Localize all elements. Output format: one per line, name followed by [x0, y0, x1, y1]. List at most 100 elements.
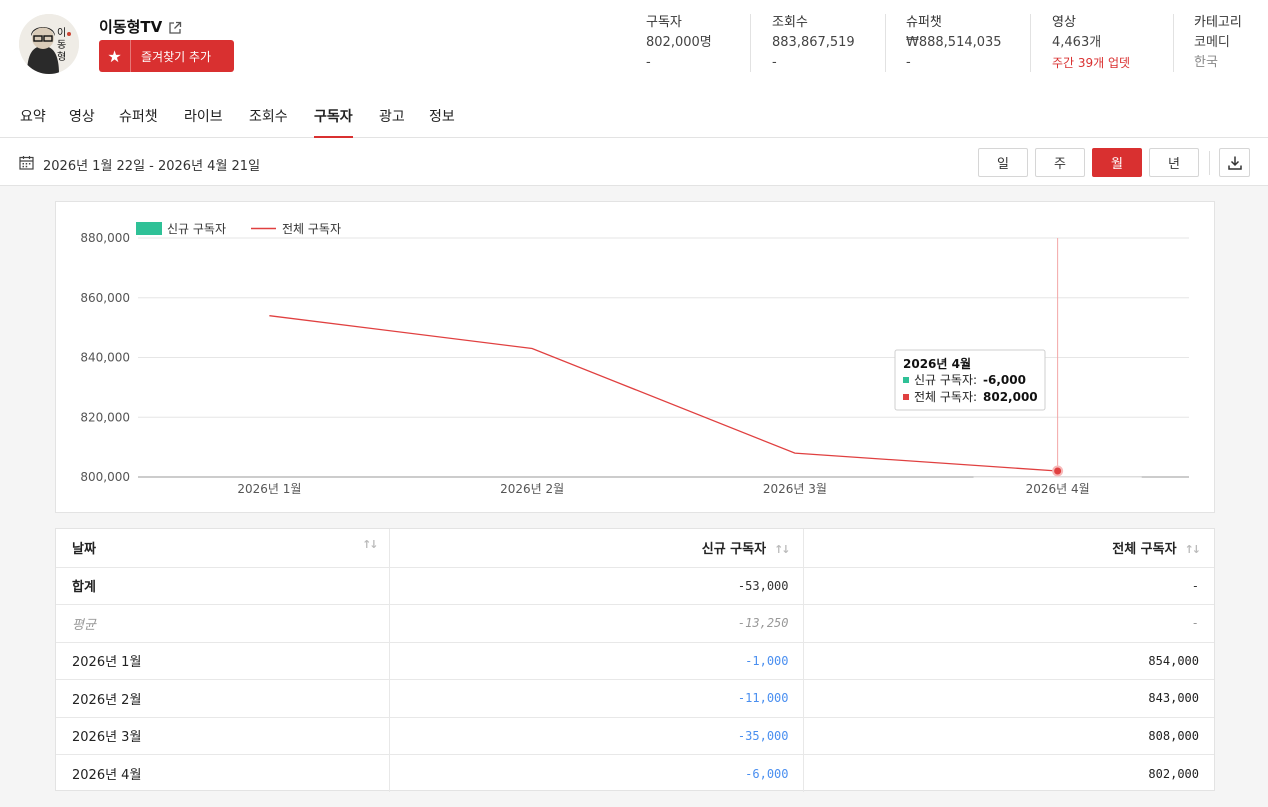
tooltip-total-swatch — [903, 394, 909, 400]
tab-ads[interactable]: 광고 — [379, 106, 405, 138]
stat-views: 조회수 883,867,519 - — [772, 14, 855, 72]
add-favorite-label: 즐겨찾기 추가 — [141, 49, 212, 64]
row-total-subs: 802,000 — [1148, 766, 1199, 781]
header-label: 신규 구독자 — [701, 542, 767, 558]
date-column-header[interactable]: 날짜 ↑↓ — [56, 529, 390, 568]
total-subs-column-header[interactable]: 전체 구독자 ↑↓ — [803, 529, 1214, 568]
tab-views[interactable]: 조회수 — [249, 106, 288, 138]
row-date: 2026년 4월 — [56, 754, 390, 792]
new-subs-column-header[interactable]: 신규 구독자 ↑↓ — [389, 529, 804, 568]
stat-sub: - — [772, 55, 777, 70]
row-date: 2026년 3월 — [56, 717, 390, 755]
average-total-subs: - — [803, 604, 1214, 643]
external-link-icon[interactable] — [168, 20, 182, 34]
avatar[interactable]: 이 동 형 — [19, 14, 79, 74]
tooltip-new-label: 신규 구독자: — [914, 373, 977, 387]
row-new-subs: -35,000 — [389, 717, 804, 755]
tab-summary[interactable]: 요약 — [20, 106, 46, 138]
channel-header: 이 동 형 이동형TV ★ 즐겨찾기 추가 구독자 802,000명 - 조회수… — [0, 0, 1268, 186]
svg-text:형: 형 — [57, 51, 66, 63]
total-new-subs: -53,000 — [389, 567, 804, 605]
y-tick-label: 860,000 — [80, 291, 130, 305]
tab-live[interactable]: 라이브 — [184, 106, 223, 138]
stat-value: 코메디 — [1194, 35, 1230, 50]
x-tick-label: 2026년 2월 — [500, 482, 564, 496]
subscriber-chart: 880,000 860,000 840,000 820,000 800,000 2026년… — [55, 201, 1215, 513]
channel-name[interactable]: 이동형TV — [99, 16, 162, 37]
row-total-subs: 843,000 — [803, 679, 1214, 718]
download-button[interactable] — [1219, 148, 1250, 177]
stat-label: 영상 — [1052, 15, 1076, 30]
tab-info[interactable]: 정보 — [429, 106, 455, 138]
average-row: 평균 -13,250 - — [56, 604, 1214, 643]
row-new-subs: -1,000 — [389, 642, 804, 680]
tab-superchat[interactable]: 슈퍼챗 — [119, 106, 158, 138]
total-label: 합계 — [56, 567, 390, 605]
stat-sub: - — [906, 55, 911, 70]
row-date: 2026년 1월 — [56, 642, 390, 680]
header-label: 전체 구독자 — [1112, 542, 1177, 558]
table-row: 2026년 4월 -6,000 802,000 — [56, 754, 1214, 792]
stat-subscribers: 구독자 802,000명 - — [646, 14, 712, 72]
period-month-button[interactable]: 월 — [1092, 148, 1142, 177]
calendar-icon[interactable] — [19, 155, 34, 170]
subscriber-table: 날짜 ↑↓ 신규 구독자 ↑↓ 전체 구독자 ↑↓ 합계 -53,000 - 평균 -… — [55, 528, 1215, 792]
new-subs-bar[interactable] — [185, 476, 353, 478]
channel-name-row: 이동형TV — [99, 16, 182, 37]
add-favorite-button[interactable]: ★ 즐겨찾기 추가 — [99, 40, 234, 72]
period-day-button[interactable]: 일 — [978, 148, 1028, 177]
stat-value: 802,000명 — [646, 35, 712, 50]
legend-new-subs-swatch[interactable] — [136, 222, 162, 235]
tooltip-total-value: 802,000 — [983, 390, 1038, 404]
legend-total-subs-label: 전체 구독자 — [282, 222, 341, 236]
sort-icon[interactable]: ↑↓ — [362, 538, 379, 551]
y-tick-label: 800,000 — [80, 470, 130, 484]
stat-divider — [1030, 14, 1031, 72]
sort-icon[interactable]: ↑↓ — [1185, 543, 1202, 556]
star-icon: ★ — [99, 40, 131, 72]
table-row: 2026년 2월 -11,000 843,000 — [56, 679, 1214, 718]
stat-sub: - — [646, 55, 651, 70]
stat-divider — [750, 14, 751, 72]
stat-videos: 영상 4,463개 주간 39개 업뎃 — [1052, 14, 1130, 72]
table-header-row: 날짜 ↑↓ 신규 구독자 ↑↓ 전체 구독자 ↑↓ — [56, 529, 1214, 568]
sort-icon[interactable]: ↑↓ — [774, 543, 791, 556]
svg-text:동: 동 — [57, 39, 66, 51]
period-week-button[interactable]: 주 — [1035, 148, 1085, 177]
tab-bar: 요약 영상 슈퍼챗 라이브 조회수 구독자 광고 정보 — [0, 100, 1268, 138]
avatar-text: 이 — [57, 27, 66, 39]
x-tick-label: 2026년 4월 — [1026, 482, 1090, 496]
table-row: 2026년 1월 -1,000 854,000 — [56, 642, 1214, 680]
x-tick-label: 2026년 1월 — [237, 482, 301, 496]
tab-videos[interactable]: 영상 — [69, 106, 95, 138]
row-total-subs: 808,000 — [803, 717, 1214, 755]
stat-label: 조회수 — [772, 15, 808, 30]
tab-subscribers[interactable]: 구독자 — [314, 106, 353, 138]
tooltip-new-value: -6,000 — [983, 373, 1026, 387]
stat-label: 슈퍼챗 — [906, 15, 942, 30]
tooltip-new-swatch — [903, 377, 909, 383]
row-date: 2026년 2월 — [56, 679, 390, 718]
stat-label: 구독자 — [646, 15, 682, 30]
total-subs-point[interactable] — [1052, 465, 1064, 477]
chart-canvas[interactable]: 880,000 860,000 840,000 820,000 800,000 2026년… — [56, 202, 1216, 514]
stat-category: 카테고리 코메디 한국 — [1194, 14, 1242, 72]
period-year-button[interactable]: 년 — [1149, 148, 1199, 177]
x-tick-label: 2026년 3월 — [763, 482, 827, 496]
new-subs-bar[interactable] — [448, 476, 616, 478]
date-range-picker[interactable]: 2026년 1월 22일 - 2026년 4월 21일 — [43, 155, 260, 174]
legend-new-subs-label: 신규 구독자 — [167, 222, 226, 236]
header-label: 날짜 — [72, 542, 96, 558]
new-subs-bar[interactable] — [711, 476, 879, 478]
y-tick-label: 840,000 — [80, 351, 130, 365]
y-tick-label: 820,000 — [80, 410, 130, 424]
total-row: 합계 -53,000 - — [56, 567, 1214, 605]
average-new-subs: -13,250 — [389, 604, 804, 643]
stat-superchat: 슈퍼챗 ₩888,514,035 - — [906, 14, 1002, 72]
stat-country: 한국 — [1194, 55, 1218, 70]
stat-value: 883,867,519 — [772, 35, 855, 50]
stat-label: 카테고리 — [1194, 15, 1242, 30]
stat-value: 4,463개 — [1052, 35, 1102, 50]
row-new-subs: -6,000 — [389, 754, 804, 792]
weekly-upload-count: 주간 39개 업뎃 — [1052, 56, 1131, 70]
